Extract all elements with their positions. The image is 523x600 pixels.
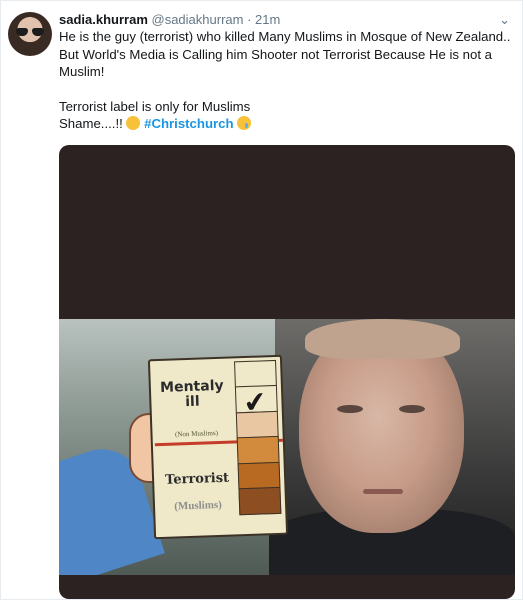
crying-face-emoji-icon: [237, 116, 252, 130]
tweet-line: Terrorist label is only for Muslims: [59, 98, 251, 114]
checkmark-icon: ✔: [241, 384, 270, 421]
tweet-line-last: Shame....!! #Christchurch: [59, 115, 511, 133]
tweet-line: But World's Media is Calling him Shooter…: [59, 46, 493, 62]
display-name[interactable]: sadia.khurram: [59, 12, 148, 27]
meme-photo: Mentaly ill (Non Muslims) Terrorist (Mus…: [59, 319, 515, 575]
eye-shape: [337, 405, 363, 413]
card-label-terrorist: Terrorist: [164, 470, 230, 488]
eye-shape: [399, 405, 425, 413]
avatar[interactable]: [8, 12, 52, 56]
tweet-header: sadia.khurram @sadiakhurram · 21m: [59, 12, 280, 27]
timestamp[interactable]: 21m: [255, 12, 280, 27]
tweet-line: He is the guy (terrorist) who killed Man…: [59, 29, 511, 44]
tweet-card[interactable]: sadia.khurram @sadiakhurram · 21m ⌄ He i…: [0, 0, 523, 600]
card-label-muslims: (Muslims): [173, 498, 223, 513]
shame-text: Shame....!!: [59, 116, 123, 131]
tweet-media[interactable]: Mentaly ill (Non Muslims) Terrorist (Mus…: [59, 145, 515, 599]
card-label-mentaly-ill: Mentaly ill: [159, 377, 224, 411]
chevron-down-icon[interactable]: ⌄: [499, 12, 510, 28]
separator-dot: ·: [247, 12, 252, 27]
tweet-text: He is the guy (terrorist) who killed Man…: [59, 28, 511, 133]
sunglasses-graphic: [16, 28, 44, 36]
mouth-shape: [363, 489, 403, 494]
hashtag-link[interactable]: #Christchurch: [144, 116, 233, 131]
hair-shape: [305, 319, 460, 359]
meme-card: Mentaly ill (Non Muslims) Terrorist (Mus…: [147, 354, 289, 540]
card-label-non-muslims: (Non Muslims): [174, 428, 219, 439]
user-handle[interactable]: @sadiakhurram: [152, 12, 244, 27]
tweet-line: Muslim!: [59, 64, 105, 79]
confounded-face-emoji-icon: [126, 116, 141, 130]
